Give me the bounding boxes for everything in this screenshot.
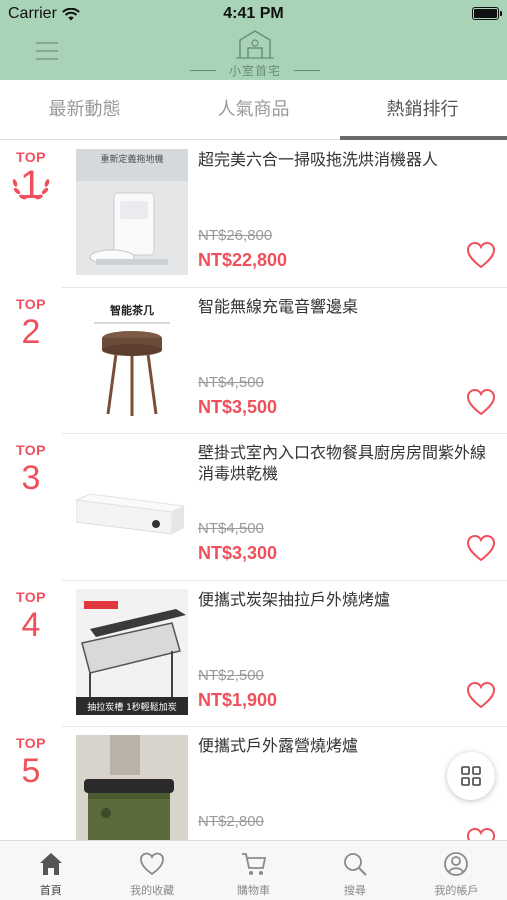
tab-best-sellers[interactable]: 熱銷排行 bbox=[338, 80, 507, 140]
status-bar: Carrier 4:41 PM bbox=[0, 0, 507, 28]
favorite-heart-icon[interactable] bbox=[466, 534, 496, 562]
rank-number: 3 bbox=[21, 459, 41, 497]
product-name: 壁掛式室內入口衣物餐具廚房房間紫外線消毒烘乾機 bbox=[198, 445, 487, 483]
product-image[interactable] bbox=[76, 735, 188, 840]
status-time: 4:41 PM bbox=[223, 5, 284, 22]
rank-badge: TOP 3 bbox=[0, 442, 62, 498]
grid-view-button[interactable] bbox=[447, 752, 495, 800]
product-image[interactable] bbox=[76, 442, 188, 568]
heart-icon bbox=[140, 852, 165, 876]
rank-label: TOP bbox=[15, 442, 47, 458]
tab-popular-products[interactable]: 人氣商品 bbox=[169, 80, 338, 139]
nav-search[interactable]: 搜尋 bbox=[304, 841, 405, 900]
house-logo-icon bbox=[236, 30, 274, 59]
favorite-heart-icon[interactable] bbox=[466, 681, 496, 709]
sale-price: NT$22,800 bbox=[198, 250, 288, 270]
nav-home[interactable]: 首頁 bbox=[0, 841, 101, 900]
product-item[interactable]: TOP 1 重新定義拖地機 超完美六合一掃吸拖洗烘消機器人 NT$26,800 … bbox=[0, 141, 507, 288]
sale-price: NT$3,300 bbox=[198, 543, 278, 563]
menu-button[interactable] bbox=[36, 42, 58, 62]
rank-label: TOP bbox=[15, 588, 47, 605]
bottom-tab-bar: 首頁 我的收藏 購物車 搜尋 我的帳戶 bbox=[0, 840, 507, 900]
product-item[interactable]: TOP 5 便攜式戶外露營燒烤爐 NT$2,800 bbox=[0, 727, 507, 840]
search-icon bbox=[344, 853, 367, 876]
rank-number: 4 bbox=[21, 605, 41, 644]
tab-latest-news[interactable]: 最新動態 bbox=[0, 80, 169, 139]
image-caption: 智能茶几 bbox=[110, 303, 154, 317]
product-item[interactable]: TOP 3 壁掛式室內入口衣物餐具廚房房間紫外線消毒烘乾機 NT$4,500 N… bbox=[0, 434, 507, 581]
battery-icon bbox=[472, 7, 502, 20]
rank-number: 5 bbox=[21, 752, 41, 790]
product-item[interactable]: TOP 4 抽拉炭槽 1秒輕鬆加炭 便攜式炭架抽拉戶外燒烤爐 NT$2,500 … bbox=[0, 581, 507, 728]
product-image[interactable]: 重新定義拖地機 bbox=[76, 149, 188, 275]
product-name: 超完美六合一掃吸拖洗烘消機器人 bbox=[198, 152, 439, 169]
rank-badge: TOP 5 bbox=[0, 735, 62, 791]
cart-icon bbox=[241, 853, 266, 875]
nav-favorites[interactable]: 我的收藏 bbox=[101, 841, 202, 900]
app-header: Carrier 4:41 PM 小室首宅 bbox=[0, 0, 507, 80]
rank-badge: TOP 2 bbox=[0, 296, 62, 352]
image-caption: 重新定義拖地機 bbox=[100, 153, 163, 165]
original-price: NT$2,500 bbox=[198, 666, 264, 684]
product-name: 便攜式炭架抽拉戶外燒烤爐 bbox=[198, 591, 391, 609]
nav-account-label: 我的帳戶 bbox=[434, 885, 479, 897]
best-seller-list: TOP 1 重新定義拖地機 超完美六合一掃吸拖洗烘消機器人 NT$26,800 … bbox=[0, 141, 507, 840]
image-caption: 抽拉炭槽 1秒輕鬆加炭 bbox=[87, 701, 177, 713]
home-icon bbox=[39, 853, 62, 875]
nav-cart-label: 購物車 bbox=[237, 885, 271, 897]
product-image[interactable]: 智能茶几 bbox=[76, 295, 188, 422]
sale-price: NT$3,500 bbox=[198, 396, 278, 417]
favorite-heart-icon[interactable] bbox=[466, 388, 496, 416]
nav-account[interactable]: 我的帳戶 bbox=[406, 841, 507, 900]
nav-search-label: 搜尋 bbox=[343, 885, 366, 897]
product-item[interactable]: TOP 2 智能茶几 智能無線充電音響邊桌 NT$4,500 NT$3,500 bbox=[0, 288, 507, 435]
grid-icon bbox=[461, 766, 481, 786]
rank-label: TOP bbox=[15, 735, 47, 751]
category-tabs: 最新動態 人氣商品 熱銷排行 bbox=[0, 80, 507, 140]
product-name: 智能無線充電音響邊桌 bbox=[198, 298, 359, 316]
laurel-icon bbox=[12, 179, 50, 200]
original-price: NT$2,800 bbox=[198, 813, 264, 830]
nav-favorites-label: 我的收藏 bbox=[130, 885, 175, 897]
rank-badge: TOP 4 bbox=[0, 589, 62, 645]
original-price: NT$4,500 bbox=[198, 520, 264, 537]
sale-price: NT$1,900 bbox=[198, 689, 278, 710]
original-price: NT$4,500 bbox=[198, 373, 264, 391]
account-icon bbox=[444, 852, 469, 876]
product-image[interactable]: 抽拉炭槽 1秒輕鬆加炭 bbox=[76, 588, 188, 715]
product-name: 便攜式戶外露營燒烤爐 bbox=[198, 738, 359, 755]
nav-cart[interactable]: 購物車 bbox=[203, 841, 304, 900]
rank-label: TOP bbox=[15, 295, 47, 312]
favorite-heart-icon[interactable] bbox=[466, 241, 496, 269]
favorite-heart-icon[interactable] bbox=[466, 827, 496, 840]
rank-number: 2 bbox=[21, 312, 41, 351]
original-price: NT$26,800 bbox=[198, 227, 273, 244]
nav-home-label: 首頁 bbox=[39, 885, 62, 897]
brand-logo[interactable]: 小室首宅 bbox=[188, 28, 322, 80]
